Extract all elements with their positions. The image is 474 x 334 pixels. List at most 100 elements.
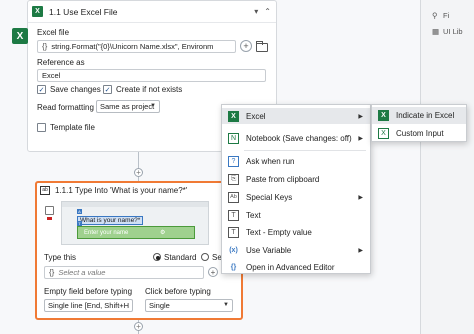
chevron-down-icon: ▼ (223, 302, 229, 308)
preview-bar (62, 202, 208, 207)
click-before-value: Single (149, 301, 170, 310)
add-button[interactable]: + (240, 40, 252, 52)
menu-item-label: Ask when run (246, 156, 295, 166)
variable-icon: (x) (229, 246, 238, 254)
submenu-item-indicate-in-excel[interactable]: X Indicate in Excel (372, 107, 466, 124)
anchor-highlight: What is your name?* (77, 216, 144, 225)
context-menu[interactable]: X Excel ▶ N Notebook (Save changes: off)… (221, 104, 371, 274)
menu-item-label: Paste from clipboard (246, 174, 320, 184)
read-formatting-value: Same as project (100, 102, 155, 111)
read-formatting-select[interactable]: Same as project ▼ (96, 100, 160, 113)
save-changes-label: Save changes (50, 85, 101, 94)
submenu-item-label: Indicate in Excel (396, 111, 455, 120)
submenu-item-label: Custom Input (396, 129, 444, 138)
collapse-icon[interactable]: ▾ (254, 7, 258, 16)
menu-item-text-empty[interactable]: T Text - Empty value (222, 224, 370, 240)
menu-item-excel[interactable]: X Excel ▶ (222, 108, 370, 124)
target-highlight: Enter your name ⚙ (77, 226, 195, 239)
menu-item-label: Use Variable (246, 245, 292, 255)
settings-icon: ⚙ (160, 230, 166, 236)
excel-app-icon: X (12, 28, 28, 44)
custom-input-icon: X (378, 128, 389, 139)
type-into-activity[interactable]: ab 1.1.1 Type Into 'What is your name?*'… (35, 181, 243, 320)
add-button[interactable]: + (208, 267, 218, 277)
menu-item-label: Notebook (Save changes: off) (246, 133, 352, 143)
menu-item-label: Text - Empty value (246, 227, 312, 237)
chevron-right-icon: ▶ (358, 194, 363, 201)
click-before-select[interactable]: Single ▼ (145, 299, 233, 312)
read-formatting-label: Read formatting (37, 103, 94, 112)
target-icon[interactable] (45, 206, 54, 215)
activity-title: 1.1 Use Excel File (49, 6, 118, 17)
menu-item-label: Excel (246, 111, 266, 121)
submenu-item-custom-input[interactable]: X Custom Input (372, 125, 466, 142)
menu-item-text[interactable]: T Text (222, 207, 370, 223)
template-file-checkbox[interactable] (37, 123, 46, 132)
menu-item-label: Special Keys (246, 192, 293, 202)
empty-field-value: Single line [End, Shift+H (48, 301, 130, 310)
clipboard-icon: ⎘ (228, 173, 239, 185)
standard-radio[interactable] (153, 253, 161, 261)
reference-as-input[interactable]: Excel (37, 69, 266, 82)
save-changes-checkbox[interactable]: ✓ (37, 85, 46, 94)
menu-item-advanced-editor[interactable]: {} Open in Advanced Editor (222, 259, 370, 275)
panel-item-ui-library[interactable]: UI Lib (443, 27, 463, 36)
search-icon[interactable]: ⚲ (432, 11, 438, 20)
create-if-not-exists-label: Create if not exists (116, 85, 183, 94)
anchor-text: What is your name?* (80, 217, 141, 224)
type-this-label: Type this (44, 253, 77, 262)
advanced-editor-icon: {} (230, 263, 237, 271)
type-into-icon: ab (40, 185, 50, 195)
excel-file-input[interactable]: {} string.Format("{0}\Unicorn Name.xlsx"… (37, 40, 236, 53)
empty-field-label: Empty field before typing (44, 287, 133, 296)
chevron-down-icon: ▼ (150, 103, 156, 109)
menu-item-special-keys[interactable]: Ab Special Keys ▶ (222, 189, 370, 205)
activity-title: 1.1.1 Type Into 'What is your name?*' (55, 185, 188, 195)
click-before-label: Click before typing (145, 287, 211, 296)
target-placeholder: Enter your name (84, 229, 129, 236)
activity-header[interactable]: ab 1.1.1 Type Into 'What is your name?*' (37, 183, 241, 197)
template-file-label: Template file (50, 123, 95, 132)
menu-item-label: Open in Advanced Editor (246, 262, 335, 272)
add-activity-button[interactable]: + (134, 168, 143, 177)
chevron-right-icon: ▶ (358, 113, 363, 120)
activities-panel[interactable]: ⚲ Fi ▦ UI Lib (420, 0, 474, 334)
grid-icon: ▦ (432, 27, 440, 36)
expression-icon: {} (42, 42, 48, 51)
expression-icon: {} (49, 268, 55, 277)
expand-icon[interactable]: ⌃ (264, 7, 271, 16)
screenshot-preview[interactable]: A What is your name?* T Enter your name … (61, 201, 209, 245)
menu-item-ask-when-run[interactable]: ? Ask when run (222, 153, 370, 169)
folder-icon[interactable] (256, 41, 268, 52)
chevron-right-icon: ▶ (358, 135, 363, 142)
menu-item-notebook[interactable]: N Notebook (Save changes: off) ▶ (222, 130, 370, 146)
create-if-not-exists-checkbox[interactable]: ✓ (103, 85, 112, 94)
record-icon (47, 217, 52, 220)
type-this-input[interactable]: {} Select a value (44, 266, 204, 279)
empty-field-select[interactable]: Single line [End, Shift+H (44, 299, 133, 312)
chevron-right-icon: ▶ (358, 247, 363, 254)
panel-search-text[interactable]: Fi (443, 11, 449, 20)
menu-item-label: Text (246, 210, 261, 220)
keyboard-icon: Ab (228, 191, 239, 203)
excel-file-value: string.Format("{0}\Unicorn Name.xlsx", E… (51, 42, 214, 51)
add-activity-button[interactable]: + (134, 322, 143, 331)
ask-icon: ? (228, 155, 239, 167)
menu-item-paste-clipboard[interactable]: ⎘ Paste from clipboard (222, 171, 370, 187)
menu-divider (244, 150, 366, 151)
menu-item-use-variable[interactable]: (x) Use Variable ▶ (222, 242, 370, 258)
excel-submenu[interactable]: X Indicate in Excel X Custom Input (371, 104, 467, 142)
anchor-tag: A (77, 209, 82, 214)
value-placeholder: Select a value (58, 268, 106, 277)
excel-file-label: Excel file (37, 28, 70, 37)
indicate-icon: X (378, 110, 389, 121)
text-icon: T (228, 209, 239, 221)
notebook-icon: N (228, 132, 239, 144)
excel-icon: X (32, 6, 43, 17)
standard-label: Standard (164, 253, 197, 262)
activity-header[interactable]: X 1.1 Use Excel File ▾ ⌃ (28, 1, 276, 23)
secondary-radio[interactable] (201, 253, 209, 261)
reference-as-value: Excel (42, 71, 61, 80)
reference-as-label: Reference as (37, 58, 85, 67)
excel-icon: X (228, 110, 239, 122)
